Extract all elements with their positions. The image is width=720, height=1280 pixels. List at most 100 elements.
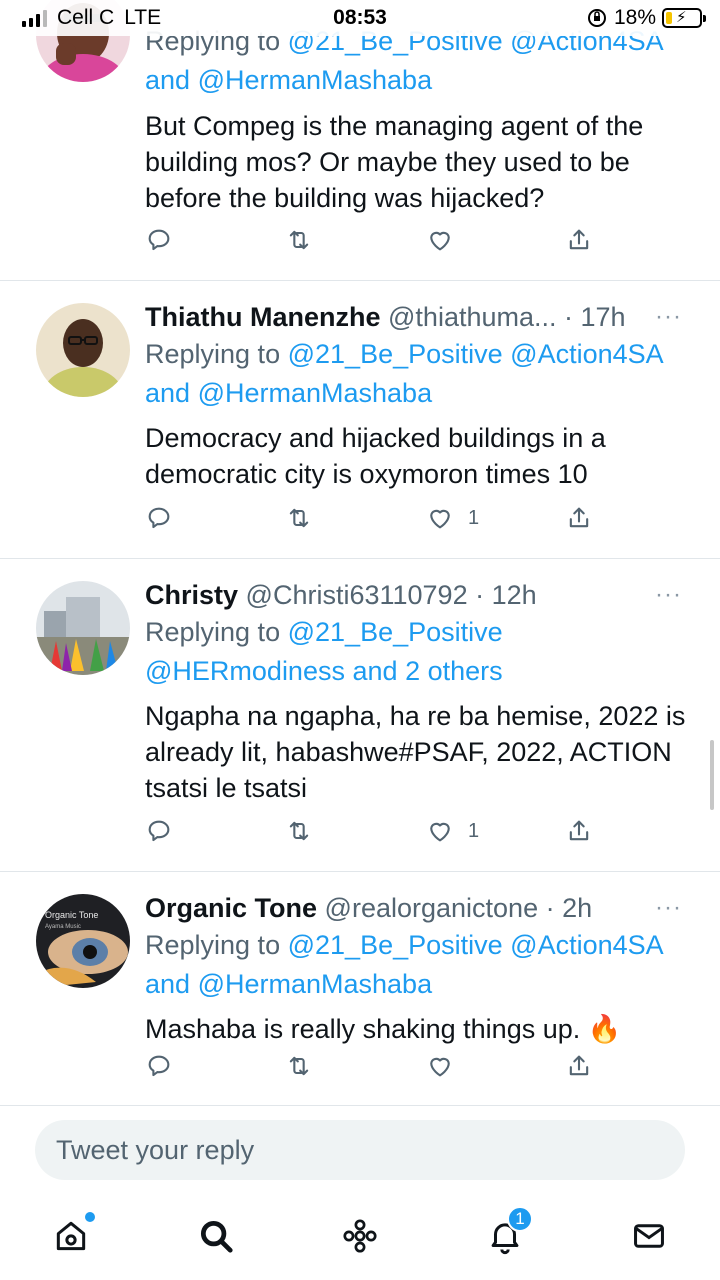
retweet-icon (289, 230, 309, 250)
tweet-text: Ngapha na ngapha, ha re ba hemise, 2022 … (145, 701, 686, 803)
display-name[interactable]: Christy (145, 580, 238, 610)
tweet-body: Replying to @21_Be_Positive @Action4SA a… (145, 22, 690, 216)
like-count: 1 (468, 819, 480, 842)
avatar-image (36, 581, 130, 675)
scrollbar[interactable] (710, 740, 714, 810)
mention-link[interactable]: @Action4SA (510, 930, 663, 960)
tweet[interactable]: Replying to @21_Be_Positive @Action4SA a… (0, 0, 720, 281)
tweet-text: Democracy and hijacked buildings in a de… (145, 423, 606, 489)
mention-link[interactable]: @21_Be_Positive (288, 930, 503, 960)
mention-link[interactable]: @21_Be_Positive (288, 339, 503, 369)
reply-button[interactable] (145, 226, 173, 254)
charging-icon: ⚡ (676, 9, 687, 26)
retweet-button[interactable] (285, 1052, 313, 1080)
replying-to: Replying to @21_Be_Positive @Action4SA a… (145, 926, 690, 1004)
like-button[interactable] (426, 226, 468, 254)
tweet-actions: 1 (145, 817, 595, 851)
reply-placeholder: Tweet your reply (56, 1134, 255, 1165)
mention-link[interactable]: @HermanMashaba (198, 969, 433, 999)
battery-fill (666, 12, 672, 24)
tweet-text: Mashaba is really shaking things up. 🔥 (145, 1014, 622, 1044)
like-button[interactable]: 1 (426, 817, 479, 845)
user-handle[interactable]: @thiathuma... (388, 302, 557, 332)
battery-percent: 18% (613, 6, 656, 29)
avatar[interactable] (36, 581, 130, 675)
battery-icon: ⚡ (662, 8, 706, 28)
retweet-button[interactable] (285, 817, 313, 845)
replying-to-label: Replying to (145, 930, 281, 960)
reply-button[interactable] (145, 817, 173, 845)
home-icon (56, 1221, 86, 1251)
status-bar: Cell C LTE 08:53 18% ⚡ (0, 0, 720, 36)
more-options-icon[interactable]: ··· (655, 299, 682, 335)
share-button[interactable] (565, 817, 593, 845)
replying-to-label: Replying to (145, 617, 281, 647)
more-options-icon[interactable]: ··· (655, 890, 682, 926)
search-icon (200, 1220, 233, 1253)
mention-link[interactable]: @HERmodiness (145, 656, 345, 686)
mail-icon (634, 1224, 664, 1248)
like-icon (430, 509, 450, 529)
reply-button[interactable] (145, 1052, 173, 1080)
reply-button[interactable] (145, 504, 173, 532)
tweet[interactable]: Thiathu Manenzhe @thiathuma... · 17h ···… (0, 281, 720, 559)
like-button[interactable]: 1 (426, 504, 479, 532)
share-icon (569, 820, 589, 841)
replying-and: and (352, 656, 398, 686)
tab-messages[interactable] (627, 1214, 671, 1258)
tweet-body: Thiathu Manenzhe @thiathuma... · 17h ···… (145, 299, 690, 492)
tab-spaces[interactable] (338, 1214, 382, 1258)
tweet-header: Organic Tone @realorganictone · 2h ··· (145, 890, 690, 926)
avatar[interactable]: Organic Tone Ayama Music (36, 894, 130, 988)
like-icon (430, 1057, 450, 1077)
share-icon (569, 507, 589, 528)
avatar-label: Organic Tone (45, 910, 98, 920)
replying-and: and (145, 65, 191, 95)
reply-input[interactable]: Tweet your reply (35, 1120, 685, 1180)
notification-badge: 1 (507, 1206, 533, 1232)
display-name[interactable]: Thiathu Manenzhe (145, 302, 381, 332)
retweet-icon (289, 1056, 309, 1076)
avatar-image: Organic Tone Ayama Music (36, 894, 130, 988)
tweet-text: But Compeg is the managing agent of the … (145, 111, 644, 213)
tweet[interactable]: Organic Tone Ayama Music Organic Tone @r… (0, 872, 720, 1106)
share-button[interactable] (565, 504, 593, 532)
tab-notifications[interactable]: 1 (483, 1206, 533, 1258)
user-handle[interactable]: @realorganictone (325, 893, 539, 923)
tweet-actions (145, 1052, 595, 1086)
tweet-body: Organic Tone @realorganictone · 2h ··· R… (145, 890, 690, 1047)
new-content-dot (85, 1212, 95, 1222)
like-count: 1 (468, 506, 480, 529)
tweet-time: · 12h (475, 580, 537, 610)
like-button[interactable] (426, 1052, 468, 1080)
retweet-button[interactable] (285, 504, 313, 532)
mention-link[interactable]: @HermanMashaba (198, 65, 433, 95)
comment-icon (148, 507, 170, 529)
replying-and: and (145, 969, 191, 999)
tab-home[interactable] (49, 1212, 95, 1258)
mention-link[interactable]: @HermanMashaba (198, 378, 433, 408)
like-icon (430, 231, 450, 251)
replying-to-label: Replying to (145, 339, 281, 369)
mention-link[interactable]: @Action4SA (510, 339, 663, 369)
retweet-button[interactable] (285, 226, 313, 254)
mention-link[interactable]: 2 others (405, 656, 503, 686)
user-handle[interactable]: @Christi63110792 (246, 580, 468, 610)
avatar-sublabel: Ayama Music (45, 924, 81, 930)
share-button[interactable] (565, 1052, 593, 1080)
replying-to: Replying to @21_Be_Positive @Action4SA a… (145, 335, 690, 413)
tweet[interactable]: Christy @Christi63110792 · 12h ··· Reply… (0, 559, 720, 872)
tweet-time: · 17h (564, 302, 626, 332)
retweet-icon (289, 508, 309, 528)
like-icon (430, 822, 450, 842)
tweet-actions: 1 (145, 504, 595, 538)
reply-feed[interactable]: Replying to @21_Be_Positive @Action4SA a… (0, 0, 720, 1106)
avatar[interactable] (36, 303, 130, 397)
share-button[interactable] (565, 226, 593, 254)
spaces-icon (343, 1219, 377, 1253)
tab-search[interactable] (194, 1214, 238, 1258)
replying-and: and (145, 378, 191, 408)
display-name[interactable]: Organic Tone (145, 893, 317, 923)
mention-link[interactable]: @21_Be_Positive (288, 617, 503, 647)
more-options-icon[interactable]: ··· (655, 577, 682, 613)
